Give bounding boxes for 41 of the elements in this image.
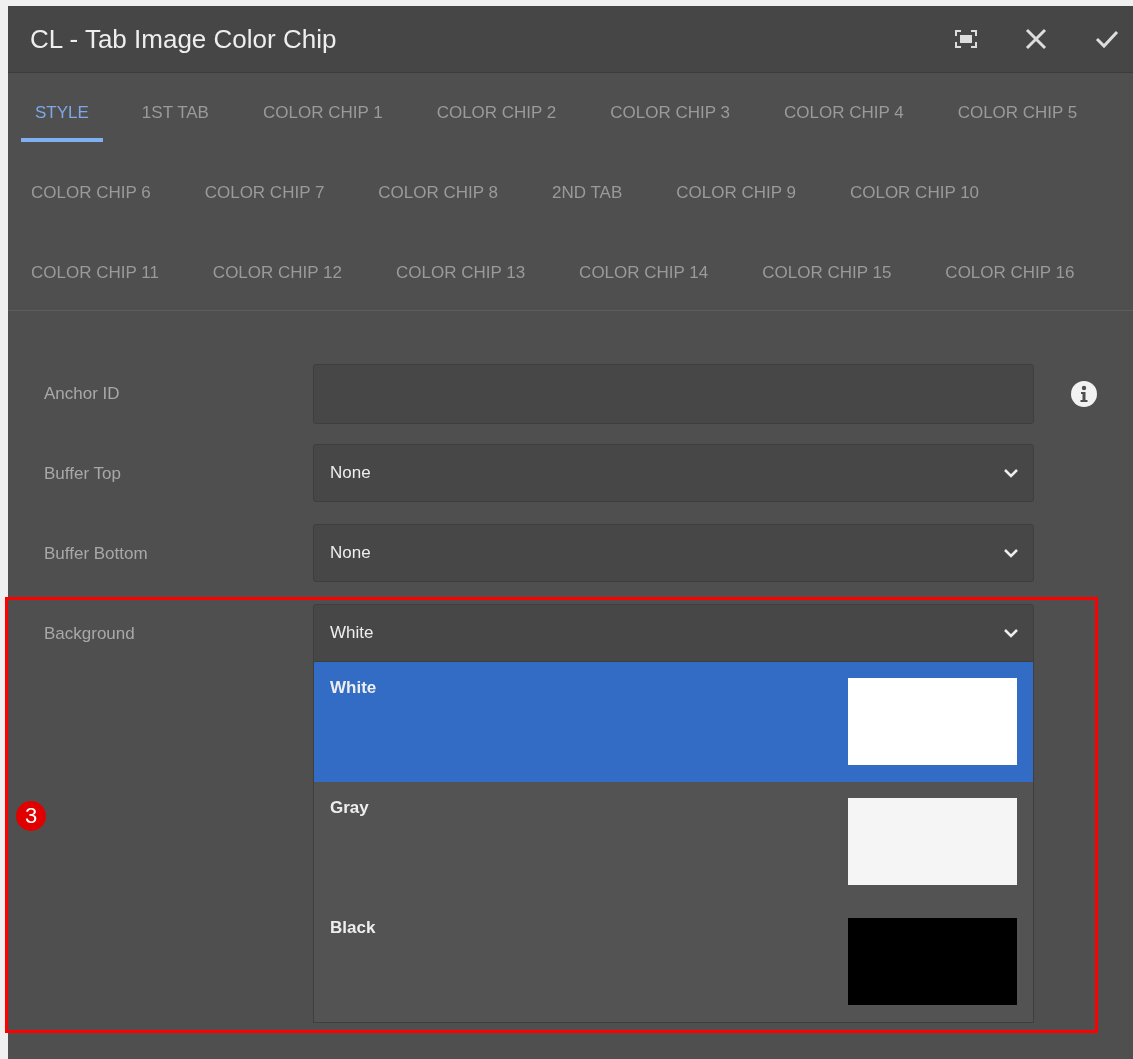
chevron-down-icon <box>1003 628 1019 638</box>
dropdown[interactable]: None <box>313 524 1034 582</box>
field-label: Buffer Top <box>43 463 122 485</box>
option-label: Black <box>330 918 376 939</box>
tab[interactable]: COLOR CHIP 16 <box>944 248 1076 302</box>
option-label: White <box>330 678 377 699</box>
dialog-title: CL - Tab Image Color Chip <box>30 23 337 55</box>
tab[interactable]: COLOR CHIP 4 <box>782 88 905 142</box>
close-icon[interactable] <box>1025 28 1047 50</box>
tab[interactable]: COLOR CHIP 5 <box>956 88 1079 142</box>
dropdown-option[interactable]: Gray <box>314 782 1033 902</box>
tab[interactable]: COLOR CHIP 9 <box>675 168 797 222</box>
field-label: Anchor ID <box>43 383 121 405</box>
info-icon[interactable] <box>1069 380 1098 408</box>
tab[interactable]: COLOR CHIP 1 <box>261 88 384 142</box>
dropdown-option[interactable]: Black <box>314 902 1033 1022</box>
chevron-down-icon <box>1003 468 1019 478</box>
step-number-badge: 3 <box>16 801 46 831</box>
check-icon[interactable] <box>1095 29 1119 49</box>
tab[interactable]: 1ST TAB <box>140 88 210 142</box>
tab[interactable]: COLOR CHIP 12 <box>211 248 343 302</box>
dropdown-option[interactable]: White <box>314 662 1033 782</box>
tab[interactable]: 2ND TAB <box>551 168 624 222</box>
tab[interactable]: COLOR CHIP 14 <box>578 248 710 302</box>
tab[interactable]: COLOR CHIP 13 <box>395 248 527 302</box>
tab[interactable]: COLOR CHIP 3 <box>609 88 731 142</box>
tab[interactable]: COLOR CHIP 7 <box>203 168 326 222</box>
tab[interactable]: COLOR CHIP 11 <box>30 248 160 302</box>
field-label: Buffer Bottom <box>43 543 149 565</box>
dropdown[interactable]: None <box>313 444 1034 502</box>
tab[interactable]: COLOR CHIP 15 <box>761 248 893 302</box>
chevron-down-icon <box>1003 548 1019 558</box>
option-label: Gray <box>330 798 369 819</box>
fullscreen-icon[interactable] <box>955 30 977 48</box>
tab[interactable]: COLOR CHIP 6 <box>30 168 152 222</box>
field-label: Background <box>43 623 136 645</box>
dropdown[interactable]: White <box>313 604 1034 662</box>
tab[interactable]: COLOR CHIP 8 <box>377 168 499 222</box>
tab[interactable]: STYLE <box>21 88 103 142</box>
tab[interactable]: COLOR CHIP 2 <box>435 88 558 142</box>
tab[interactable]: COLOR CHIP 10 <box>848 168 981 222</box>
